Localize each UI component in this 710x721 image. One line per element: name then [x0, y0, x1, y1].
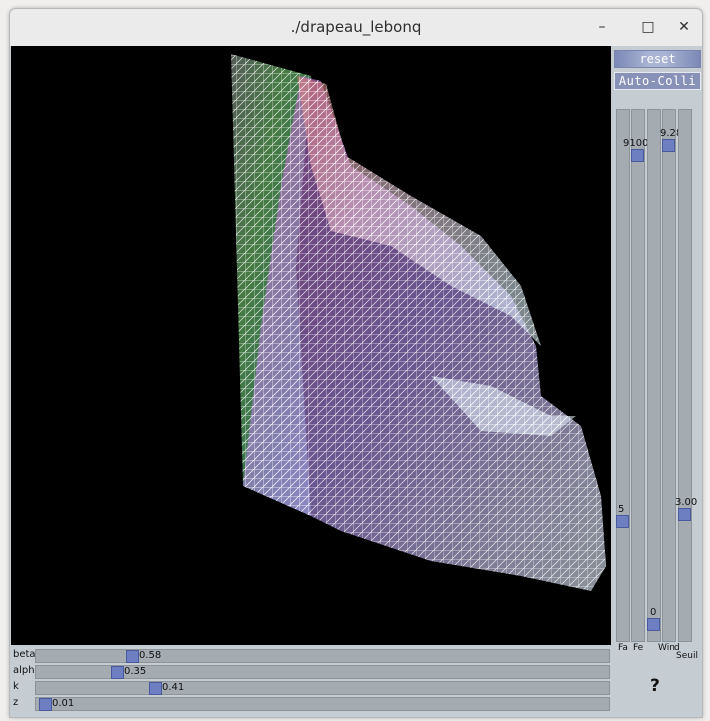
simulation-canvas[interactable]	[11, 46, 611, 645]
slider-win-thumb[interactable]	[647, 618, 660, 631]
slider-z-label: z	[13, 697, 19, 708]
reset-button[interactable]: reset	[614, 50, 701, 68]
slider-win-label: Win	[658, 643, 675, 653]
slider-alpha-value: 0.35	[124, 666, 147, 677]
slider-z-value: 0.01	[52, 698, 75, 709]
help-icon[interactable]: ?	[650, 676, 660, 696]
slider-seuil-track[interactable]	[678, 109, 692, 642]
slider-beta-value: 0.58	[139, 650, 162, 661]
flag-mesh	[231, 54, 606, 591]
close-icon[interactable]: ✕	[674, 17, 694, 37]
slider-z-thumb[interactable]	[39, 698, 52, 711]
slider-fa-label: Fa	[618, 643, 628, 653]
slider-win-track[interactable]	[647, 109, 661, 642]
app-window: ./drapeau_lebonq – □ ✕ reset Auto-Colli …	[9, 8, 703, 718]
slider-k-track[interactable]: 0.41	[35, 681, 610, 695]
slider-win-value: 0	[650, 607, 657, 618]
slider-seuil-label: Seuil	[676, 651, 698, 661]
mesh-main-grid	[243, 76, 606, 591]
slider-seuil-value: 3.00	[675, 497, 698, 508]
title-bar: ./drapeau_lebonq – □ ✕	[10, 9, 702, 47]
slider-beta-track[interactable]: 0.58	[35, 649, 610, 663]
slider-alpha-thumb[interactable]	[111, 666, 124, 679]
slider-fe-thumb[interactable]	[631, 149, 644, 162]
auto-colli-button[interactable]: Auto-Colli	[614, 72, 701, 90]
slider-seuil-thumb[interactable]	[678, 508, 691, 521]
slider-alpha-track[interactable]: 0.35	[35, 665, 610, 679]
slider-k-label: k	[13, 681, 19, 692]
maximize-icon[interactable]: □	[638, 17, 658, 37]
slider-fe-label: Fe	[633, 643, 644, 653]
bottom-control-panel: beta 0.58 alpha 0.35 k 0.41 z 0.01	[10, 645, 612, 717]
slider-beta-label: beta	[13, 649, 36, 660]
slider-fa-track[interactable]	[616, 109, 630, 642]
slider-k-thumb[interactable]	[149, 682, 162, 695]
minimize-icon[interactable]: –	[592, 17, 612, 37]
slider-d-thumb[interactable]	[662, 139, 675, 152]
slider-fe-value: 9100	[623, 138, 649, 149]
slider-fa-thumb[interactable]	[616, 515, 629, 528]
slider-z-track[interactable]: 0.01	[35, 697, 610, 711]
slider-k-value: 0.41	[162, 682, 185, 693]
right-control-panel: reset Auto-Colli 5 Fa 9100 Fe 0 Win 9.28…	[612, 46, 702, 717]
slider-beta-thumb[interactable]	[126, 650, 139, 663]
slider-fa-value: 5	[618, 504, 625, 515]
slider-d-track[interactable]	[662, 109, 676, 642]
slider-fe-track[interactable]	[631, 109, 645, 642]
